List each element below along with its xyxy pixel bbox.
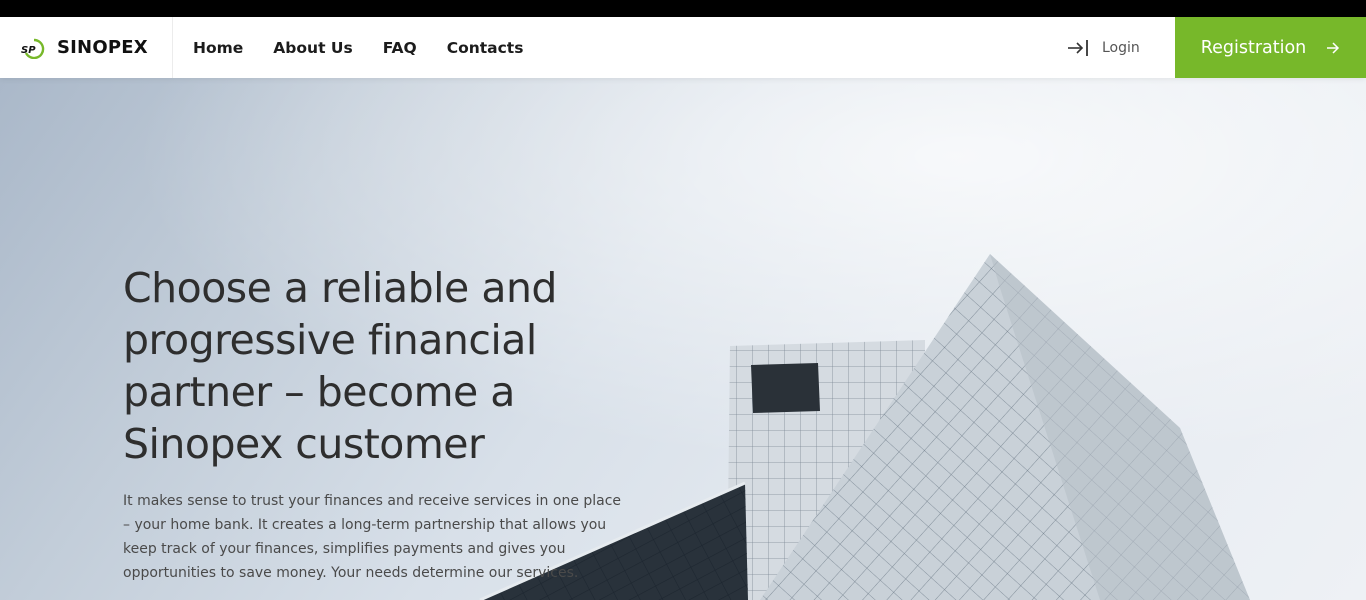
hero-section: Choose a reliable and progressive financ…	[0, 78, 1366, 600]
nav-about-us[interactable]: About Us	[273, 39, 352, 57]
nav-faq[interactable]: FAQ	[383, 39, 417, 57]
arrow-right-icon	[1327, 41, 1340, 54]
hero-title: Choose a reliable and progressive financ…	[123, 264, 557, 468]
brand[interactable]: SP SINOPEX	[0, 17, 173, 78]
site-header: SP SINOPEX Home About Us FAQ Contacts Lo…	[0, 17, 1366, 78]
nav-contacts[interactable]: Contacts	[447, 39, 524, 57]
nav-home[interactable]: Home	[193, 39, 243, 57]
sinopex-logo-icon: SP	[21, 38, 45, 59]
login-label: Login	[1102, 39, 1140, 56]
brand-name: SINOPEX	[57, 37, 148, 58]
main-nav: Home About Us FAQ Contacts	[193, 39, 553, 57]
top-black-bar	[0, 0, 1366, 17]
registration-button[interactable]: Registration	[1175, 17, 1366, 78]
login-button[interactable]: Login	[1066, 17, 1140, 78]
registration-label: Registration	[1200, 37, 1307, 58]
login-icon	[1068, 39, 1088, 56]
svg-text:SP: SP	[21, 45, 36, 56]
hero-description: It makes sense to trust your finances an…	[123, 493, 622, 581]
